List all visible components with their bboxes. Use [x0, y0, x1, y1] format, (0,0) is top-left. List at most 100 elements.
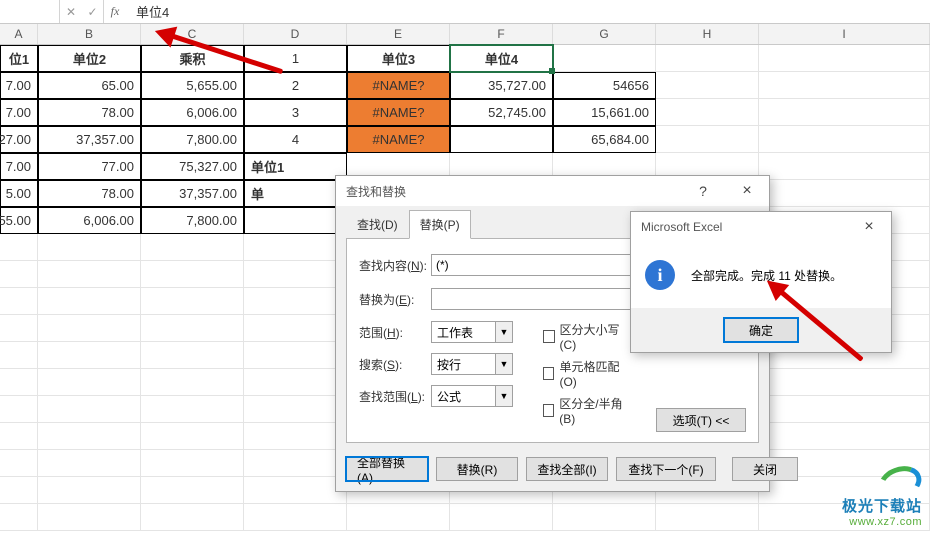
lookin-dropdown-icon[interactable]: ▼ [495, 385, 513, 407]
name-box[interactable] [0, 0, 60, 23]
cell[interactable] [141, 261, 244, 288]
cell[interactable]: 75,327.00 [141, 153, 244, 180]
cell[interactable] [141, 477, 244, 504]
col-header-C[interactable]: C [141, 24, 244, 44]
cell[interactable] [244, 207, 347, 234]
cell[interactable] [656, 126, 759, 153]
cell[interactable] [759, 153, 930, 180]
cell[interactable]: 35,727.00 [450, 72, 553, 99]
cell[interactable] [0, 315, 38, 342]
cell[interactable] [244, 342, 347, 369]
col-header-B[interactable]: B [38, 24, 141, 44]
cell[interactable] [141, 396, 244, 423]
cell[interactable]: 7.00 [0, 99, 38, 126]
cell[interactable] [38, 342, 141, 369]
lookin-combo[interactable]: 公式 ▼ [431, 385, 513, 407]
match-case-checkbox[interactable]: 区分大小写(C) [543, 321, 626, 352]
cell[interactable] [759, 45, 930, 72]
cell[interactable] [759, 180, 930, 207]
cell[interactable] [38, 477, 141, 504]
cell[interactable] [759, 423, 930, 450]
cell[interactable] [0, 450, 38, 477]
cell[interactable]: 3 [244, 99, 347, 126]
cell[interactable]: 位1 [0, 45, 38, 72]
cell[interactable] [0, 477, 38, 504]
cell[interactable] [0, 504, 38, 531]
cell[interactable] [244, 423, 347, 450]
cell[interactable]: 77.00 [38, 153, 141, 180]
cell[interactable] [141, 450, 244, 477]
options-button[interactable]: 选项(T) << [656, 408, 746, 432]
cell[interactable] [38, 450, 141, 477]
cell[interactable]: 5.00 [0, 180, 38, 207]
close-icon[interactable]: × [725, 176, 769, 206]
fill-handle[interactable] [549, 68, 555, 74]
cell[interactable] [656, 504, 759, 531]
cell[interactable] [0, 369, 38, 396]
dialog-title-bar[interactable]: 查找和替换 ? × [336, 176, 769, 206]
cell-error[interactable]: #NAME? [347, 126, 450, 153]
cell[interactable]: 乘积 [141, 45, 244, 72]
full-half-checkbox[interactable]: 区分全/半角(B) [543, 395, 626, 426]
message-box[interactable]: Microsoft Excel × i 全部完成。完成 11 处替换。 确定 [630, 211, 892, 353]
cell[interactable] [656, 99, 759, 126]
cell[interactable] [0, 234, 38, 261]
cell[interactable]: 78.00 [38, 180, 141, 207]
scope-combo[interactable]: 工作表 ▼ [431, 321, 513, 343]
formula-input[interactable]: 单位4 [126, 0, 930, 23]
search-dropdown-icon[interactable]: ▼ [495, 353, 513, 375]
cell[interactable] [141, 369, 244, 396]
col-header-G[interactable]: G [553, 24, 656, 44]
cell-error[interactable]: #NAME? [347, 72, 450, 99]
cell[interactable] [141, 504, 244, 531]
cell[interactable]: 65,684.00 [553, 126, 656, 153]
cell[interactable]: 单 [244, 180, 347, 207]
cell[interactable] [450, 504, 553, 531]
cell[interactable] [244, 477, 347, 504]
cell[interactable]: 7,800.00 [141, 126, 244, 153]
cell[interactable]: 37,357.00 [38, 126, 141, 153]
cell[interactable]: 37,357.00 [141, 180, 244, 207]
cell[interactable] [38, 396, 141, 423]
cell[interactable] [38, 315, 141, 342]
cell[interactable] [656, 72, 759, 99]
cell[interactable] [450, 126, 553, 153]
cell[interactable] [38, 504, 141, 531]
cell[interactable] [0, 261, 38, 288]
col-header-D[interactable]: D [244, 24, 347, 44]
cell[interactable] [141, 342, 244, 369]
cell[interactable] [38, 261, 141, 288]
find-next-button[interactable]: 查找下一个(F) [616, 457, 716, 481]
cell[interactable] [656, 45, 759, 72]
cell[interactable] [244, 396, 347, 423]
cell[interactable] [553, 45, 656, 72]
cell[interactable]: 2 [244, 72, 347, 99]
cell[interactable] [759, 72, 930, 99]
find-all-button[interactable]: 查找全部(I) [526, 457, 608, 481]
cell[interactable]: 1 [244, 45, 347, 72]
cell[interactable] [244, 288, 347, 315]
cell[interactable]: 15,661.00 [553, 99, 656, 126]
cell[interactable]: 6,006.00 [141, 99, 244, 126]
cell[interactable] [0, 342, 38, 369]
cell[interactable] [0, 396, 38, 423]
cell[interactable] [38, 369, 141, 396]
cell[interactable] [759, 396, 930, 423]
cell[interactable] [759, 99, 930, 126]
cell-error[interactable]: #NAME? [347, 99, 450, 126]
cell[interactable] [0, 288, 38, 315]
cell[interactable] [141, 234, 244, 261]
tab-find[interactable]: 查找(D) [346, 210, 409, 239]
cell[interactable]: 7.00 [0, 72, 38, 99]
match-cell-checkbox[interactable]: 单元格匹配(O) [543, 358, 626, 389]
cell[interactable] [244, 369, 347, 396]
replace-all-button[interactable]: 全部替换(A) [346, 457, 428, 481]
col-header-I[interactable]: I [759, 24, 930, 44]
replace-button[interactable]: 替换(R) [436, 457, 518, 481]
cell[interactable]: 4 [244, 126, 347, 153]
fx-icon[interactable]: fx [104, 0, 126, 23]
cell[interactable]: 7.00 [0, 153, 38, 180]
tab-replace[interactable]: 替换(P) [409, 210, 471, 239]
help-icon[interactable]: ? [681, 176, 725, 206]
cell[interactable] [244, 261, 347, 288]
